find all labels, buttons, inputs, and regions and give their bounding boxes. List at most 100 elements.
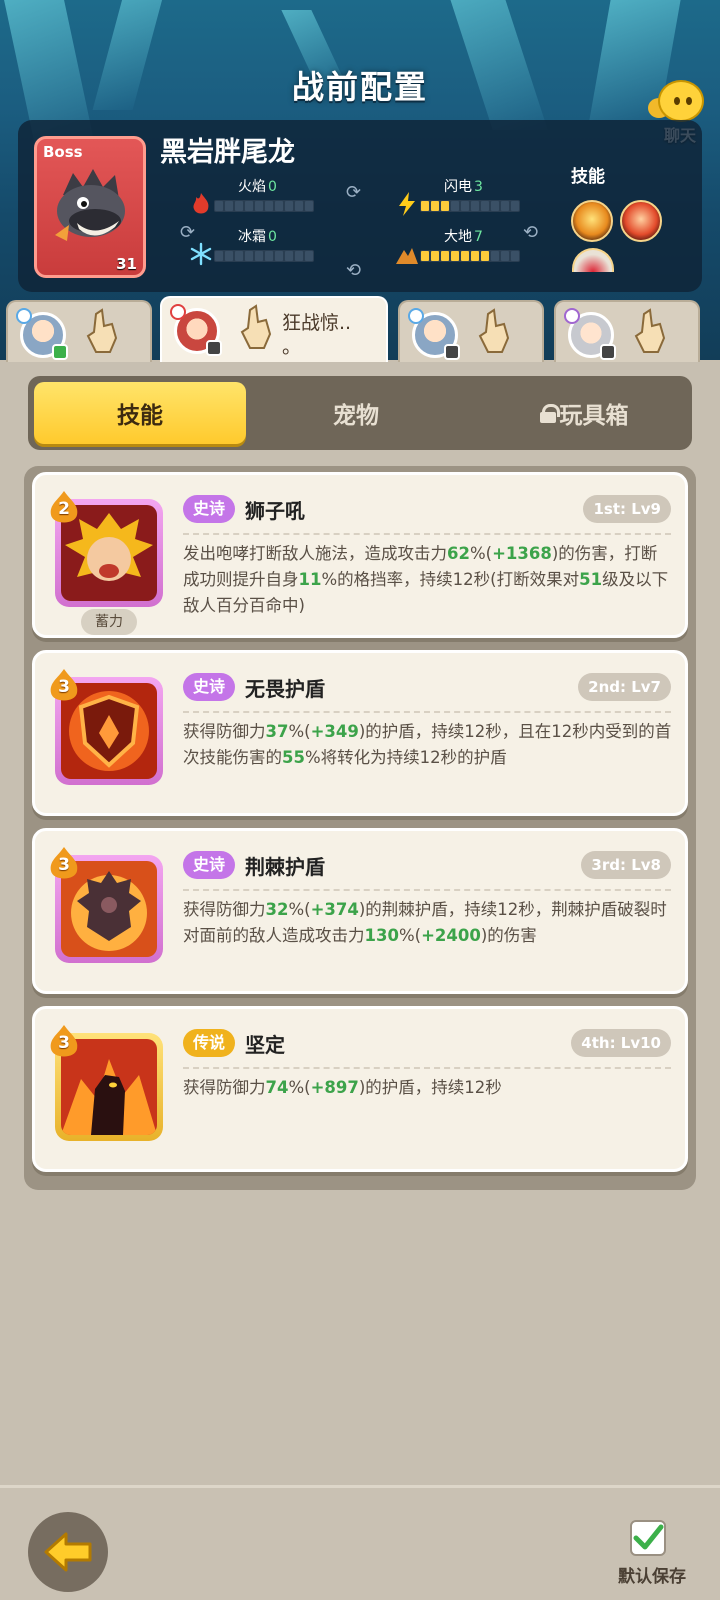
stat-bar-segment (285, 251, 293, 261)
hero-tab-4[interactable] (554, 300, 700, 366)
skill-slot-level: 3rd: Lv8 (581, 851, 671, 879)
skill-name: 荆棘护盾 (245, 855, 325, 879)
stat-frost-bar (214, 250, 314, 262)
default-save-toggle[interactable]: 默认保存 (612, 1520, 692, 1590)
highlight-value: 37 (265, 722, 289, 741)
description-text: 获得防御力 (183, 722, 266, 741)
hero-skill-name-line2: 。 (282, 336, 302, 358)
stat-bar-segment (501, 201, 509, 211)
boss-portrait[interactable]: Boss 31 (34, 136, 146, 278)
stat-bar-segment (255, 251, 263, 261)
stat-bar-segment (245, 201, 253, 211)
stat-fire-label: 火焰 (238, 179, 266, 195)
highlight-value: +374 (310, 900, 359, 919)
highlight-value: 62 (447, 544, 470, 563)
boss-skill-icon[interactable] (620, 200, 662, 242)
hero-badge-icon (600, 344, 616, 360)
page-title: 战前配置 (291, 68, 428, 106)
tab-pets[interactable]: 宠物 (274, 382, 438, 444)
stat-bar-segment (491, 201, 499, 211)
stat-lightning-value: 3 (474, 179, 483, 195)
stat-bar-segment (511, 201, 519, 211)
hero-tab-2[interactable]: 狂战惊.. 。 (160, 296, 388, 366)
lock-icon (539, 404, 560, 423)
boss-panel: Boss 31 黑岩胖尾龙 火焰 0 闪电 3 冰霜 0 大地 7 ⟳ ⟲ ⟳ ⟲ (18, 120, 702, 292)
highlight-value: 11 (298, 570, 322, 589)
stat-bar-segment (225, 251, 233, 261)
stat-bar-segment (245, 251, 253, 261)
stat-bar-segment (215, 201, 223, 211)
tap-hand-icon (86, 308, 118, 353)
description-text: )的护盾，持续12秒 (358, 1078, 502, 1097)
chat-icon (658, 80, 704, 122)
highlight-value: 51 (579, 570, 603, 589)
hero-tab-3[interactable] (398, 300, 544, 366)
fire-element-icon (170, 304, 186, 320)
tap-hand-icon (478, 308, 510, 353)
stat-bar-segment (511, 251, 519, 261)
skill-card[interactable]: 3 史诗 无畏护盾 2nd: Lv7 获得防御力37%(+349)的护盾，持续1… (32, 650, 688, 816)
snowflake-icon (190, 242, 212, 266)
stat-bar-segment (431, 251, 439, 261)
highlight-value: 74 (265, 1078, 289, 1097)
tab-toybox[interactable]: 玩具箱 (484, 382, 684, 444)
hero-tab-1[interactable] (6, 300, 152, 366)
stat-bar-segment (421, 251, 429, 261)
stat-bar-segment (295, 201, 303, 211)
rarity-badge: 史诗 (183, 495, 236, 523)
back-button[interactable] (28, 1512, 108, 1592)
stat-bar-segment (421, 201, 429, 211)
lightning-icon (399, 192, 415, 216)
rarity-badge: 史诗 (183, 851, 236, 879)
highlight-value: 130 (364, 926, 399, 945)
rarity-badge: 传说 (183, 1029, 236, 1057)
stat-bar-segment (481, 201, 489, 211)
boss-skill-icon[interactable] (572, 248, 614, 272)
stat-frost-value: 0 (268, 229, 277, 245)
tab-skills[interactable]: 技能 (34, 382, 246, 444)
stat-frost-label: 冰霜 (238, 229, 266, 245)
stat-fire-value: 0 (268, 179, 277, 195)
description-text: %( (288, 722, 311, 741)
divider (183, 711, 671, 713)
boss-name: 黑岩胖尾龙 (160, 137, 295, 168)
skill-card[interactable]: 3 史诗 荆棘护盾 3rd: Lv8 获得防御力32%(+374)的荆棘护盾，持… (32, 828, 688, 994)
rarity-badge: 史诗 (183, 673, 236, 701)
cost-badge-icon (50, 847, 78, 879)
checkbox[interactable] (630, 1520, 666, 1556)
checkmark-icon (633, 1524, 664, 1550)
stat-bar-segment (501, 251, 509, 261)
stat-lightning-bar (420, 200, 520, 212)
stat-bar-segment (215, 251, 223, 261)
stat-bar-segment (441, 251, 449, 261)
highlight-value: 32 (265, 900, 289, 919)
skill-description: 获得防御力32%(+374)的荆棘护盾，持续12秒，荆棘护盾破裂时对面前的敌人造… (183, 897, 673, 949)
description-text: %( (398, 926, 422, 945)
stat-bar-segment (295, 251, 303, 261)
description-text: %( (288, 900, 311, 919)
description-text: 获得防御力 (183, 1078, 266, 1097)
category-tabs: 技能 宠物 玩具箱 (28, 376, 692, 450)
arcane-element-icon (564, 308, 580, 324)
frost-element-icon (16, 308, 32, 324)
stat-earth-bar (420, 250, 520, 262)
stat-bar-segment (461, 201, 469, 211)
mountain-icon (396, 248, 418, 264)
boss-skill-icon[interactable] (571, 200, 613, 242)
hero-badge-icon (52, 344, 68, 360)
skill-card[interactable]: 2 蓄力 史诗 狮子吼 1st: Lv9 发出咆哮打断敌人施法，造成攻击力62%… (32, 472, 688, 638)
stat-bar-segment (441, 201, 449, 211)
back-arrow-icon (44, 1532, 92, 1572)
description-text: 发出咆哮打断敌人施法，造成攻击力 (183, 544, 447, 563)
stat-bar-segment (305, 251, 313, 261)
boss-level: 31 (116, 255, 137, 273)
description-text: %的格挡率，持续12秒(打断效果对 (321, 570, 580, 589)
stat-bar-segment (255, 201, 263, 211)
stat-bar-segment (275, 201, 283, 211)
skill-card[interactable]: 3 传说 坚定 4th: Lv10 获得防御力74%(+897)的护盾，持续12… (32, 1006, 688, 1172)
config-sheet: 技能 宠物 玩具箱 2 蓄力 史诗 狮子吼 1st: Lv9 发出咆哮打断敌人施… (0, 362, 720, 1485)
skill-description: 获得防御力37%(+349)的护盾，持续12秒，且在12秒内受到的首次技能伤害的… (183, 719, 673, 771)
skill-name: 坚定 (245, 1033, 285, 1057)
stat-bar-segment (235, 201, 243, 211)
fire-icon (193, 193, 209, 214)
